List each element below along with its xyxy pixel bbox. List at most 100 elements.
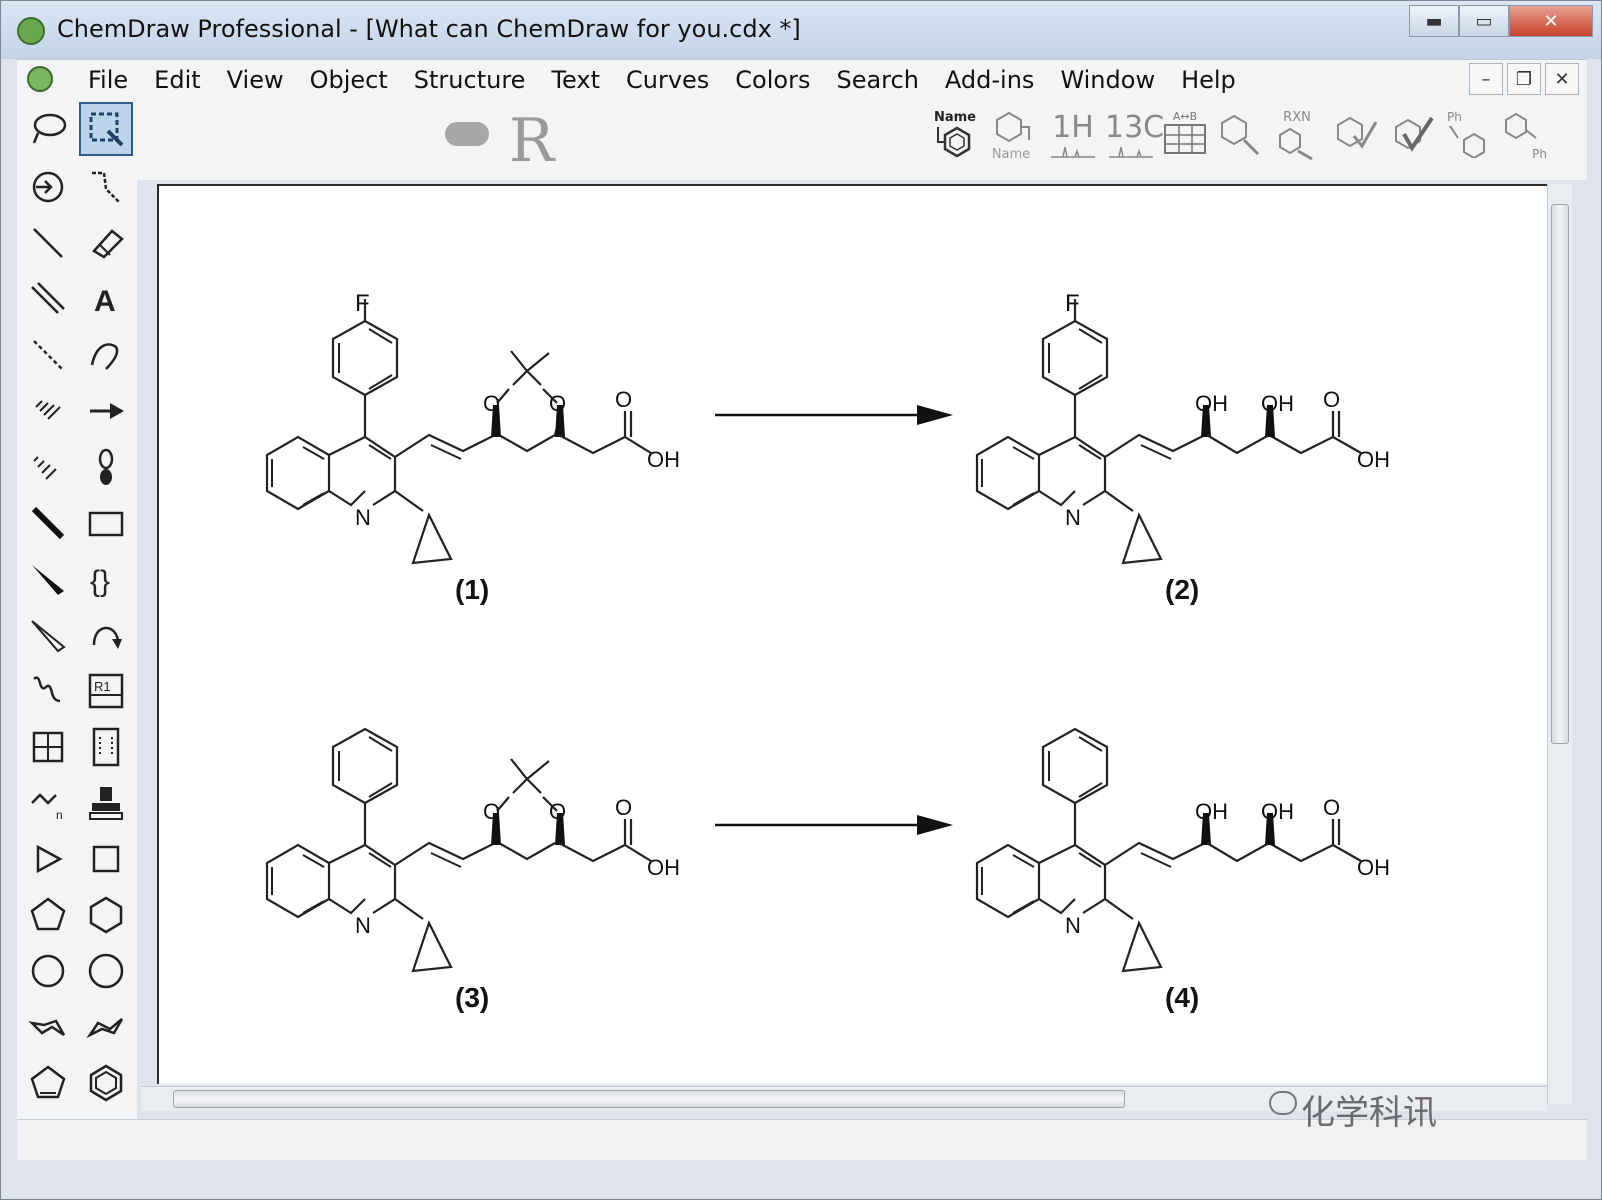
- table-tool[interactable]: [21, 720, 75, 774]
- structure-drawing: F O O O OH N (1) F OH OH O OH N (2) O O …: [265, 290, 1390, 1013]
- chair-tool-1[interactable]: [21, 1000, 75, 1054]
- structure-to-name-button[interactable]: Name: [985, 110, 1037, 166]
- close-button[interactable]: ✕: [1509, 5, 1593, 37]
- arrow-tool[interactable]: [79, 384, 133, 438]
- compound-2[interactable]: F OH OH O OH N (2): [975, 290, 1390, 605]
- check-stereo-button[interactable]: [1387, 110, 1439, 166]
- wedge-bond-tool[interactable]: [21, 552, 75, 606]
- mechanism-arrow-tool[interactable]: [79, 608, 133, 662]
- triangle-ring-tool[interactable]: [21, 832, 75, 886]
- marquee-tool[interactable]: [79, 102, 133, 156]
- expand-label-button[interactable]: Ph: [1441, 110, 1493, 166]
- hashed-wedge-tool[interactable]: [21, 440, 75, 494]
- reaction-arrow-1[interactable]: [715, 405, 953, 425]
- chain-tool[interactable]: [79, 160, 133, 214]
- compound-1[interactable]: F O O O OH N (1): [265, 290, 680, 605]
- bond-tool[interactable]: [21, 216, 75, 270]
- menu-view[interactable]: View: [214, 66, 297, 94]
- contract-ph-label: Ph: [1532, 147, 1547, 161]
- menu-text[interactable]: Text: [538, 66, 613, 94]
- check-structure-button[interactable]: [1329, 110, 1381, 166]
- reaction-interpreter-button[interactable]: RXN: [1271, 110, 1323, 166]
- vertical-scroll-thumb[interactable]: [1551, 204, 1569, 744]
- menu-edit[interactable]: Edit: [141, 66, 213, 94]
- pen-tool[interactable]: [79, 328, 133, 382]
- compare-button[interactable]: A↔B: [1159, 110, 1211, 166]
- menu-structure[interactable]: Structure: [401, 66, 539, 94]
- compound-4[interactable]: OH OH O OH N (4): [975, 727, 1390, 1013]
- menu-search[interactable]: Search: [823, 66, 931, 94]
- svg-text:R1: R1: [94, 679, 111, 694]
- predict-1h-nmr-button[interactable]: 1H: [1047, 110, 1099, 166]
- cycloheptane-tool[interactable]: [21, 944, 75, 998]
- bold-bond-icon: [31, 506, 65, 540]
- polymer-tool[interactable]: n: [21, 776, 75, 830]
- chemdraw-app-icon[interactable]: [17, 17, 45, 45]
- stamp-tool[interactable]: [79, 776, 133, 830]
- heptagon-ring-icon: [31, 954, 65, 988]
- chair-tool-2[interactable]: [79, 1000, 133, 1054]
- pen-icon: [90, 343, 119, 370]
- menu-colors[interactable]: Colors: [722, 66, 823, 94]
- double-bond-tool[interactable]: [21, 272, 75, 326]
- document-canvas[interactable]: F O O O OH N (1) F OH OH O OH N (2) O O …: [157, 184, 1547, 1084]
- menu-help[interactable]: Help: [1168, 66, 1249, 94]
- eraser-icon: [92, 229, 124, 259]
- rotate-tool[interactable]: [21, 160, 75, 214]
- cloud-icon[interactable]: [445, 122, 489, 146]
- contract-label-button[interactable]: Ph: [1497, 110, 1549, 166]
- clean-structure-button[interactable]: [1215, 110, 1267, 166]
- doc-close-button[interactable]: ✕: [1545, 63, 1579, 95]
- cyclobutane-tool[interactable]: [79, 832, 133, 886]
- minimize-button[interactable]: ▬: [1409, 5, 1459, 37]
- cyclohexane-tool[interactable]: [79, 888, 133, 942]
- svg-text:n: n: [56, 808, 63, 822]
- menu-add-ins[interactable]: Add-ins: [932, 66, 1048, 94]
- bold-bond-tool[interactable]: [21, 496, 75, 550]
- nmr-13c-label: 13C: [1105, 110, 1165, 145]
- vertical-scrollbar[interactable]: [1547, 184, 1572, 1104]
- atom-label-oh: OH: [647, 447, 680, 472]
- menu-items: File Edit View Object Structure Text Cur…: [75, 66, 1249, 94]
- orbital-tool[interactable]: [79, 440, 133, 494]
- cyclooctane-tool[interactable]: [79, 944, 133, 998]
- eraser-tool[interactable]: [79, 216, 133, 270]
- maximize-button[interactable]: ▭: [1459, 5, 1509, 37]
- spectrum-icon: [1109, 146, 1153, 158]
- wavy-bond-tool[interactable]: [21, 664, 75, 718]
- hollow-wedge-tool[interactable]: [21, 608, 75, 662]
- atom-label-n: N: [355, 913, 371, 938]
- phenyl-icon: [1449, 125, 1485, 160]
- menu-curves[interactable]: Curves: [613, 66, 722, 94]
- dashed-bond-tool[interactable]: [21, 328, 75, 382]
- hashed-bond-tool[interactable]: [21, 384, 75, 438]
- tlc-plate-tool[interactable]: [79, 720, 133, 774]
- tlc-plate-icon: [92, 727, 120, 767]
- name-to-structure-button[interactable]: Name: [929, 110, 981, 166]
- doc-minimize-button[interactable]: –: [1469, 63, 1503, 95]
- arrow-icon: [90, 403, 124, 419]
- rectangle-tool[interactable]: [79, 496, 133, 550]
- menu-window[interactable]: Window: [1047, 66, 1168, 94]
- structure-to-name-label: Name: [991, 147, 1031, 162]
- menu-file[interactable]: File: [75, 66, 141, 94]
- r-group-tool[interactable]: R: [509, 106, 554, 176]
- text-tool[interactable]: A: [79, 272, 133, 326]
- cyclopentane-tool[interactable]: [21, 888, 75, 942]
- benzene-tool[interactable]: [79, 1056, 133, 1110]
- compound-3[interactable]: O O O OH N (3): [265, 727, 680, 1013]
- reaction-arrow-2[interactable]: [715, 815, 953, 835]
- window-title: ChemDraw Professional - [What can ChemDr…: [57, 15, 801, 43]
- svg-text:{}: {}: [90, 565, 110, 598]
- predict-13c-nmr-button[interactable]: 13C: [1105, 110, 1165, 166]
- lasso-tool[interactable]: [21, 102, 75, 156]
- rgroup-table-tool[interactable]: R1: [79, 664, 133, 718]
- benzene-icon: [89, 1064, 123, 1102]
- cyclopentadiene-tool[interactable]: [21, 1056, 75, 1110]
- doc-restore-button[interactable]: ❐: [1507, 63, 1541, 95]
- menu-object[interactable]: Object: [297, 66, 401, 94]
- bracket-tool[interactable]: {}: [79, 552, 133, 606]
- document-icon[interactable]: [27, 66, 53, 92]
- horizontal-scroll-thumb[interactable]: [173, 1090, 1125, 1108]
- name-to-structure-label: Name: [933, 110, 976, 125]
